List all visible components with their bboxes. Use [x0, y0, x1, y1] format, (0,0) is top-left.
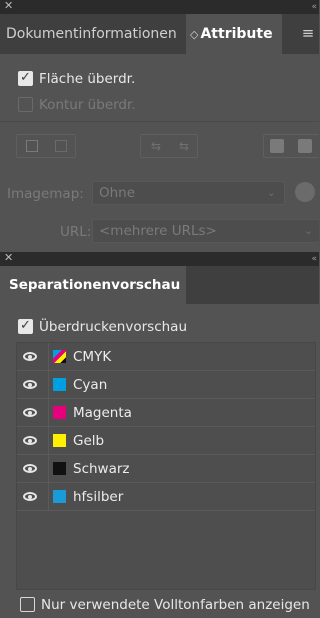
- panel-tabbar: Dokumentinformationen ◇ Attribute ≡: [0, 14, 319, 54]
- column-divider: [48, 371, 49, 399]
- fill-rule-evenodd-icon: [298, 139, 312, 153]
- checkbox-checked-icon[interactable]: [18, 317, 33, 335]
- list-item[interactable]: CMYK: [17, 343, 315, 371]
- panel-tabbar: Separationenvorschau: [0, 266, 319, 304]
- color-swatch: [53, 462, 66, 475]
- collapse-panel-icon[interactable]: «: [311, 0, 317, 14]
- eye-icon[interactable]: [23, 352, 37, 361]
- panel-header-bar: ✕ «: [0, 0, 319, 14]
- color-swatch: [53, 490, 66, 503]
- overprint-preview-label: Überdruckenvorschau: [39, 319, 188, 335]
- close-panel-icon[interactable]: ✕: [4, 0, 13, 13]
- close-panel-icon[interactable]: ✕: [4, 251, 13, 265]
- eye-icon[interactable]: [23, 464, 37, 473]
- column-divider: [48, 427, 49, 455]
- checkbox-unchecked-icon[interactable]: [20, 597, 35, 612]
- color-swatch: [53, 434, 66, 447]
- list-item[interactable]: Cyan: [17, 371, 315, 399]
- divider: [0, 121, 319, 122]
- direction-buttons: ⇆ ⇆: [140, 134, 198, 158]
- color-swatch: [53, 406, 66, 419]
- overprint-stroke-label: Kontur überdr.: [39, 97, 136, 113]
- panel-menu-icon[interactable]: ≡: [297, 14, 319, 54]
- eye-icon[interactable]: [23, 492, 37, 501]
- arrow-right-icon: ⇆: [178, 139, 190, 153]
- attributes-panel: ✕ « Dokumentinformationen ◇Attribute ≡ F…: [0, 0, 319, 252]
- list-item[interactable]: Magenta: [17, 399, 315, 427]
- imagemap-label: Imagemap:: [7, 186, 84, 202]
- color-swatch: [53, 378, 66, 391]
- separation-name: Gelb: [73, 433, 105, 449]
- square-icon: [26, 140, 38, 152]
- separation-name: hfsilber: [73, 489, 124, 505]
- url-value: <mehrere URLs>: [99, 223, 217, 239]
- image-position-buttons: [16, 134, 76, 158]
- tab-attribute[interactable]: ◇ Attribute: [186, 14, 282, 54]
- separation-name: Schwarz: [73, 461, 130, 477]
- separation-name: Magenta: [73, 405, 132, 421]
- separations-list: CMYK Cyan Magenta Gelb Schwarz hfsilber: [16, 342, 316, 590]
- separations-panel: ✕ « Separationenvorschau Überdruckenvors…: [0, 251, 319, 618]
- column-divider: [48, 483, 49, 511]
- url-field: <mehrere URLs> ⌄: [92, 219, 319, 243]
- checkbox-checked-icon[interactable]: [18, 69, 33, 87]
- eye-icon[interactable]: [23, 408, 37, 417]
- column-divider: [48, 399, 49, 427]
- cmyk-swatch-icon: [53, 350, 66, 363]
- separation-name: CMYK: [73, 349, 112, 365]
- collapse-panel-icon[interactable]: «: [311, 252, 317, 266]
- chevron-down-icon: ⌄: [303, 224, 313, 237]
- imagemap-select: Ohne ⌄: [92, 181, 285, 205]
- imagemap-value: Ohne: [99, 185, 136, 201]
- tab-label: Attribute: [200, 26, 273, 42]
- expand-options-icon[interactable]: ◇: [190, 28, 198, 41]
- fill-rule-buttons: [263, 134, 319, 158]
- separation-name: Cyan: [73, 377, 108, 393]
- column-divider: [48, 455, 49, 483]
- spot-colors-only-label: Nur verwendete Volltonfarben anzeigen: [41, 597, 310, 613]
- eye-icon[interactable]: [23, 380, 37, 389]
- panel-header-bar: ✕ «: [0, 251, 319, 266]
- tab-label: Dokumentinformationen: [6, 26, 177, 42]
- tab-label: Separationenvorschau: [9, 277, 181, 293]
- eye-icon[interactable]: [23, 436, 37, 445]
- overprint-fill-label: Fläche überdr.: [39, 71, 136, 87]
- column-divider: [48, 343, 49, 371]
- browser-globe-icon: [295, 182, 315, 202]
- square-dot-icon: [55, 140, 67, 152]
- tab-dokumentinformationen[interactable]: Dokumentinformationen: [0, 14, 186, 54]
- list-item[interactable]: hfsilber: [17, 483, 315, 511]
- arrow-left-icon: ⇆: [150, 139, 162, 153]
- fill-rule-nonzero-icon: [270, 139, 284, 153]
- list-item[interactable]: Gelb: [17, 427, 315, 455]
- checkbox-unchecked-icon: [18, 97, 33, 112]
- tab-separationenvorschau[interactable]: Separationenvorschau: [0, 266, 186, 304]
- chevron-down-icon: ⌄: [266, 186, 276, 199]
- list-item[interactable]: Schwarz: [17, 455, 315, 483]
- url-label: URL:: [60, 224, 92, 240]
